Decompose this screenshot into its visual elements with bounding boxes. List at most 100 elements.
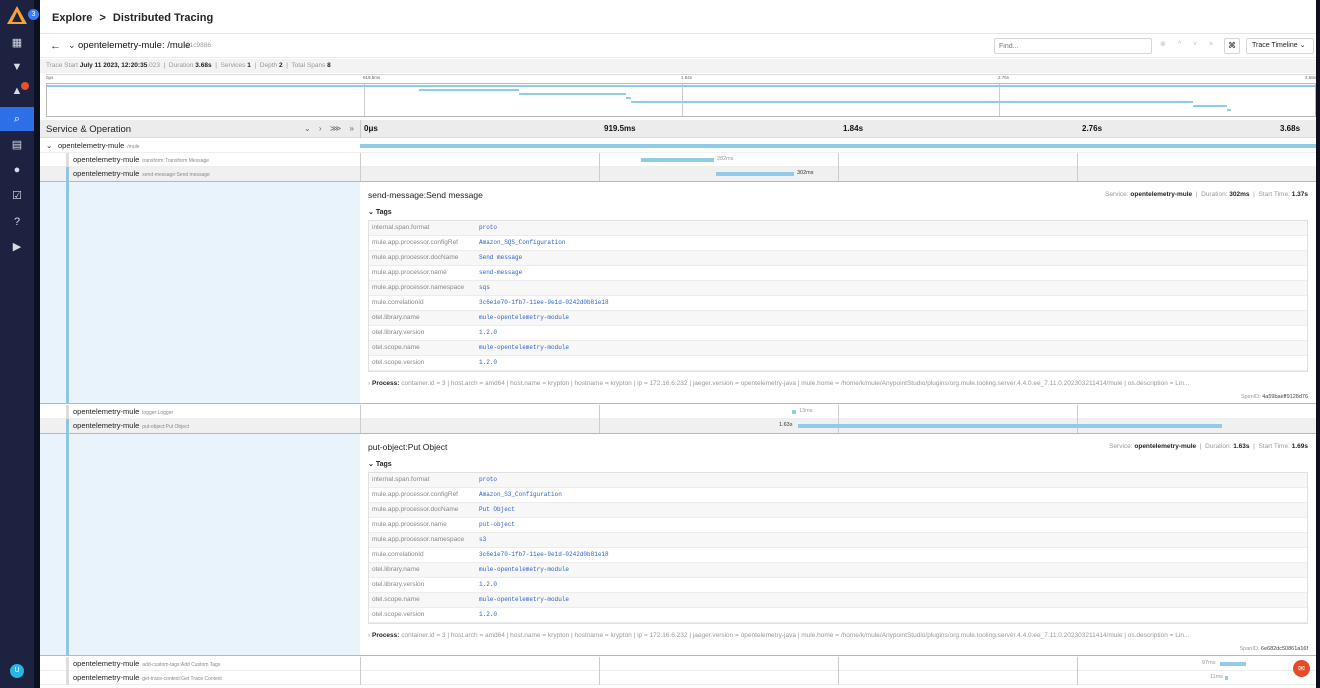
span-label: opentelemetry-mule send-message:Send mess… — [73, 169, 210, 178]
tag-row[interactable]: otel.scope.version 1.2.0 — [369, 356, 1307, 371]
collapse-expand-controls[interactable]: ⌄ › ⋙ » — [304, 124, 357, 133]
service-value: opentelemetry-mule — [1130, 191, 1193, 198]
span-row[interactable]: opentelemetry-mule logger:Logger 13ms — [40, 405, 1316, 419]
tasks-nav[interactable]: ☑ — [0, 184, 34, 208]
find-navigation[interactable]: ⊗ ^ ˅ × — [1160, 40, 1218, 48]
tag-key: otel.library.version — [372, 581, 425, 588]
tag-row[interactable]: otel.library.version 1.2.0 — [369, 578, 1307, 593]
calendar-nav[interactable]: ▤ — [0, 133, 34, 157]
tag-row[interactable]: mule.app.processor.name put-object — [369, 518, 1307, 533]
tag-key: otel.library.name — [372, 566, 420, 573]
span-label: opentelemetry-mule add-custom-tags:Add Cu… — [73, 659, 220, 668]
start-value: 1.69s — [1291, 443, 1308, 450]
filter-nav[interactable]: ▼ — [0, 55, 34, 79]
span-row[interactable]: opentelemetry-mule add-custom-tags:Add Cu… — [40, 657, 1316, 671]
find-input[interactable] — [994, 38, 1152, 54]
window-edge — [1316, 0, 1320, 688]
span-row[interactable]: opentelemetry-mule put-object:Put Object … — [40, 419, 1316, 433]
tag-row[interactable]: otel.library.version 1.2.0 — [369, 326, 1307, 341]
span-bar[interactable] — [641, 158, 714, 162]
explore-nav[interactable]: ⌕ — [0, 107, 34, 131]
tag-row[interactable]: otel.scope.name mule-opentelemetry-module — [369, 593, 1307, 608]
chevron-down-icon[interactable]: ⌄ — [68, 40, 76, 51]
tag-value: Send message — [479, 254, 523, 261]
tag-row[interactable]: mule.app.processor.name send-message — [369, 266, 1307, 281]
chat-icon[interactable]: ✉ — [1293, 660, 1310, 677]
keyboard-shortcuts-button[interactable]: ⌘ — [1224, 38, 1240, 54]
row-gridline — [1077, 671, 1078, 685]
tag-row[interactable]: otel.library.name mule-opentelemetry-modu… — [369, 563, 1307, 578]
oncall-nav[interactable]: ● — [0, 158, 34, 182]
span-row[interactable]: opentelemetry-mule transform:Transform Me… — [40, 153, 1316, 167]
span-bar[interactable] — [1220, 662, 1246, 666]
tag-value: 1.2.0 — [479, 611, 498, 618]
chevron-down-icon: ⌄ — [1299, 42, 1306, 49]
back-arrow-icon[interactable]: ← — [50, 40, 61, 52]
tag-row[interactable]: mule.app.processor.namespace sqs — [369, 281, 1307, 296]
tag-row[interactable]: internal.span.format proto — [369, 221, 1307, 236]
tag-key: otel.library.version — [372, 329, 425, 336]
process-label: Process: — [371, 632, 400, 639]
span-bar[interactable] — [716, 172, 794, 176]
user-avatar[interactable]: U — [10, 664, 24, 678]
start-label: Start Time: — [1258, 191, 1290, 198]
minimap-canvas[interactable] — [46, 83, 1316, 117]
tag-value: mule-opentelemetry-module — [479, 314, 570, 321]
process-section[interactable]: › Process: container.id = 3 | host.arch … — [368, 380, 1308, 387]
span-id-value: 4a59baeff9128d76 — [1262, 394, 1308, 400]
minimap-ticks: 0μs 919.5ms 1.84s 2.76s 3.68s — [46, 75, 1316, 83]
span-bar[interactable] — [1225, 676, 1228, 680]
tag-value: s3 — [479, 536, 487, 543]
alerts-nav[interactable]: ▲ — [0, 79, 34, 103]
app-logo-icon[interactable] — [6, 4, 28, 26]
tag-row[interactable]: mule.app.processor.docName Send message — [369, 251, 1307, 266]
view-mode-select[interactable]: Trace Timeline ⌄ — [1246, 38, 1314, 54]
tag-row[interactable]: mule.correlationId 3c6e1e70-1fb7-11ee-9e1… — [369, 548, 1307, 563]
row-gridline — [599, 671, 600, 685]
detail-gutter — [40, 434, 360, 655]
span-row[interactable]: ⌄ opentelemetry-mule/mule — [40, 139, 1316, 153]
header-divider[interactable] — [360, 120, 361, 138]
tag-row[interactable]: mule.app.processor.docName Put Object — [369, 503, 1307, 518]
play-nav[interactable]: ▶ — [0, 235, 34, 259]
trace-id: 31c9886 — [186, 42, 211, 49]
detail-gutter — [40, 182, 360, 403]
tag-key: otel.scope.version — [372, 611, 425, 618]
tag-row[interactable]: mule.app.processor.configRef Amazon_S3_Co… — [369, 488, 1307, 503]
span-bar[interactable] — [792, 410, 796, 414]
tags-toggle[interactable]: ⌄ Tags — [368, 208, 392, 216]
span-row[interactable]: opentelemetry-mule send-message:Send mess… — [40, 167, 1316, 181]
service-label: Service: — [1109, 443, 1133, 450]
span-id-label: SpanID: — [1239, 646, 1260, 652]
process-section[interactable]: › Process: container.id = 3 | host.arch … — [368, 632, 1308, 639]
row-gridline — [360, 419, 361, 433]
minimap-span — [47, 85, 1315, 87]
breadcrumb-root[interactable]: Explore — [52, 12, 92, 24]
dashboards-nav[interactable]: ▦ — [0, 31, 34, 55]
service-value: opentelemetry-mule — [1134, 443, 1197, 450]
service-label: Service: — [1105, 191, 1129, 198]
tag-row[interactable]: otel.scope.name mule-opentelemetry-module — [369, 341, 1307, 356]
tag-key: mule.correlationId — [372, 299, 424, 306]
duration-label: Duration: — [1205, 443, 1232, 450]
tag-row[interactable]: mule.app.processor.configRef Amazon_SQS_C… — [369, 236, 1307, 251]
help-nav[interactable]: ? — [0, 210, 34, 234]
span-bar[interactable] — [360, 144, 1316, 148]
tag-row[interactable]: mule.app.processor.namespace s3 — [369, 533, 1307, 548]
span-row[interactable]: opentelemetry-mule get-trace-context:Get … — [40, 671, 1316, 685]
minimap-span — [631, 101, 1193, 103]
tag-row[interactable]: internal.span.format proto — [369, 473, 1307, 488]
minimap[interactable]: 0μs 919.5ms 1.84s 2.76s 3.68s — [46, 74, 1316, 118]
tag-row[interactable]: otel.scope.version 1.2.0 — [369, 608, 1307, 623]
tag-row[interactable]: mule.correlationId 3c6e1e70-1fb7-11ee-9e1… — [369, 296, 1307, 311]
span-toggle-icon[interactable]: ⌄ — [46, 141, 52, 150]
minimap-gridline — [682, 84, 683, 116]
minimap-gridline — [999, 84, 1000, 116]
minimap-tick: 0μs — [46, 75, 54, 80]
tag-row[interactable]: otel.library.name mule-opentelemetry-modu… — [369, 311, 1307, 326]
span-operation: transform:Transform Message — [142, 158, 210, 164]
tags-toggle[interactable]: ⌄ Tags — [368, 460, 392, 468]
span-bar[interactable] — [798, 424, 1222, 428]
tag-key: mule.app.processor.docName — [372, 254, 459, 261]
app-frame: 3 ▦ ▼ ▲ ⌕ ▤ ● ☑ ? ▶ U Explore > Distribu… — [0, 0, 1320, 688]
